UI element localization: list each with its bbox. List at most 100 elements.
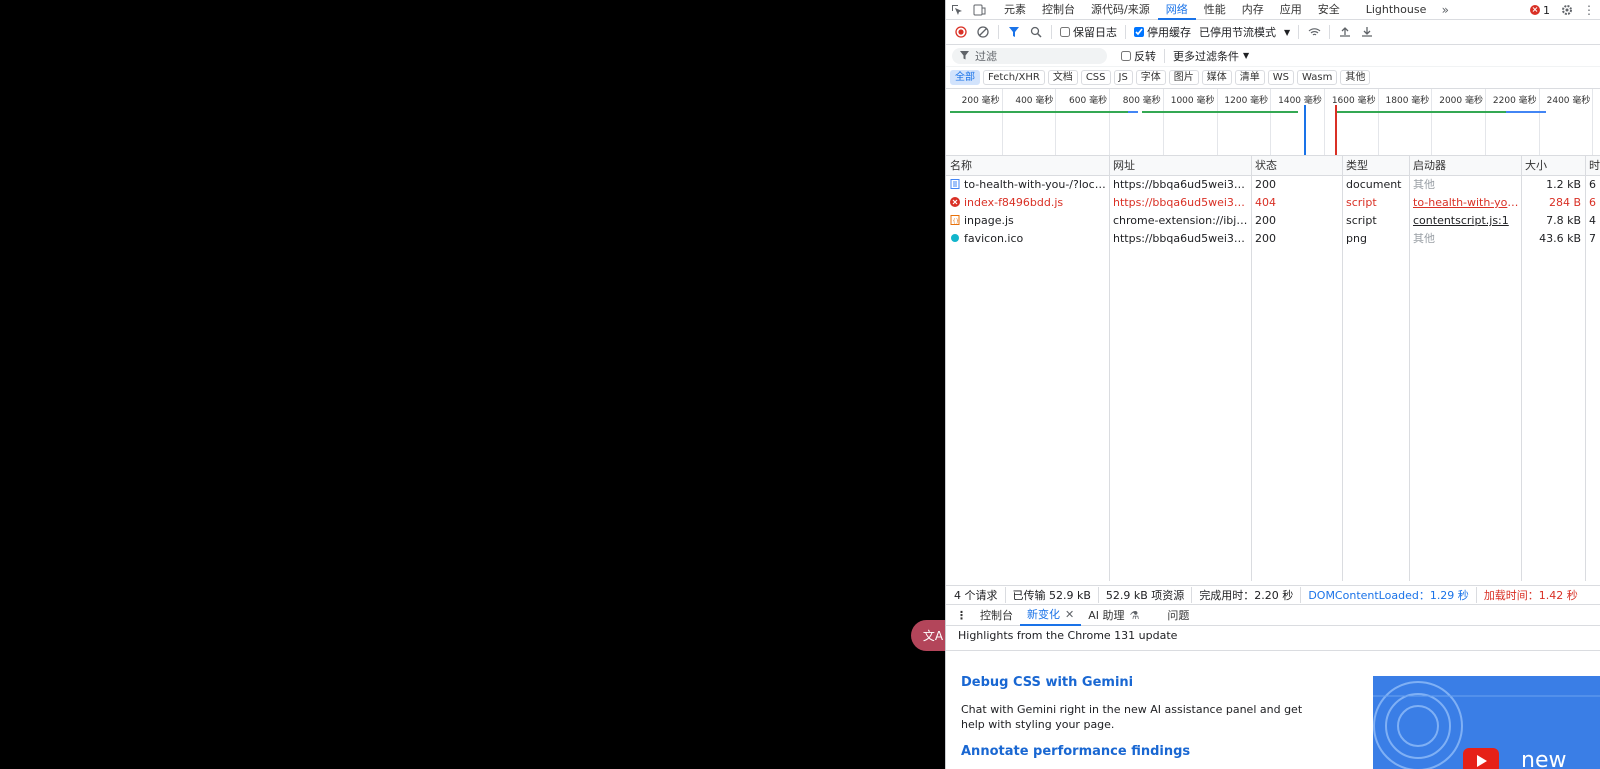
type-filter-chip[interactable]: 媒体 bbox=[1201, 70, 1232, 85]
type-filter-chip[interactable]: 字体 bbox=[1135, 70, 1166, 85]
request-initiator-cell: 其他 bbox=[1413, 178, 1435, 191]
panel-tab[interactable]: 元素 bbox=[996, 0, 1034, 20]
settings-gear-icon[interactable] bbox=[1556, 0, 1578, 20]
whats-new-item-title-link[interactable]: Annotate performance findings bbox=[961, 744, 1190, 759]
play-button-icon[interactable] bbox=[1463, 748, 1499, 769]
error-count-badge[interactable]: × 1 bbox=[1524, 4, 1556, 17]
column-divider bbox=[1521, 156, 1522, 581]
document-icon bbox=[950, 179, 960, 189]
column-header[interactable]: 网址 bbox=[1109, 156, 1251, 176]
search-icon[interactable] bbox=[1025, 21, 1047, 43]
request-status-cell: 200 bbox=[1255, 178, 1276, 191]
panel-tab[interactable]: 性能 bbox=[1196, 0, 1234, 20]
column-header[interactable]: 时 bbox=[1585, 156, 1600, 176]
panel-tab[interactable]: 控制台 bbox=[1034, 0, 1083, 20]
divider bbox=[1298, 25, 1300, 39]
close-icon[interactable]: ✕ bbox=[1065, 605, 1074, 625]
whats-new-video-thumbnail[interactable]: new bbox=[1373, 676, 1600, 769]
request-name: inpage.js bbox=[964, 214, 1014, 227]
panel-tab[interactable]: 源代码/来源 bbox=[1083, 0, 1158, 20]
drawer-tab-whats-new[interactable]: 新变化 ✕ bbox=[1020, 605, 1082, 626]
type-filter-chip[interactable]: 其他 bbox=[1340, 70, 1371, 85]
request-time-cell: 7 bbox=[1589, 232, 1596, 245]
type-filter-chip[interactable]: WS bbox=[1267, 70, 1295, 85]
type-filter-chip[interactable]: 全部 bbox=[950, 70, 980, 85]
request-initiator-cell[interactable]: contentscript.js:1 bbox=[1409, 212, 1521, 230]
request-name-cell: favicon.ico bbox=[946, 230, 1109, 248]
type-filter-chip[interactable]: JS bbox=[1113, 70, 1133, 85]
error-count: 1 bbox=[1543, 3, 1550, 17]
request-url-cell: https://bbqa6ud5wei3v6c... bbox=[1113, 178, 1251, 191]
panel-tab[interactable]: 应用 bbox=[1272, 0, 1310, 20]
invert-checkbox[interactable]: 反转 bbox=[1117, 48, 1160, 64]
record-stop-icon[interactable] bbox=[950, 21, 972, 43]
whats-new-item-description: Chat with Gemini right in the new AI ass… bbox=[961, 703, 1303, 731]
whats-new-item-title-link[interactable]: Debug CSS with Gemini bbox=[961, 675, 1133, 690]
invert-input[interactable] bbox=[1121, 50, 1131, 61]
network-conditions-icon[interactable] bbox=[1303, 21, 1325, 43]
timeline-bar bbox=[1304, 105, 1306, 155]
preserve-log-checkbox[interactable]: 保留日志 bbox=[1056, 24, 1121, 40]
request-time-cell: 6 bbox=[1589, 196, 1596, 209]
type-filter-chip[interactable]: Wasm bbox=[1297, 70, 1338, 85]
panel-tab[interactable]: Lighthouse bbox=[1358, 0, 1435, 20]
column-divider bbox=[1342, 156, 1343, 581]
disable-cache-checkbox[interactable]: 停用缓存 bbox=[1130, 24, 1195, 40]
column-divider bbox=[1109, 156, 1110, 581]
drawer-tab-ai-assistance[interactable]: AI 助理 ⚗ bbox=[1081, 606, 1146, 626]
type-filter-chip[interactable]: 文档 bbox=[1047, 70, 1078, 85]
error-icon: × bbox=[1530, 5, 1540, 15]
import-har-icon[interactable] bbox=[1334, 21, 1356, 43]
column-header[interactable]: 大小 bbox=[1521, 156, 1585, 176]
request-row[interactable]: index-f8496bdd.js https://bbqa6ud5wei3v6c… bbox=[946, 194, 1600, 212]
request-size-cell: 43.6 kB bbox=[1539, 232, 1581, 245]
script-icon: {} bbox=[950, 215, 960, 225]
request-initiator-cell[interactable]: to-health-with-you-/?l bbox=[1409, 194, 1521, 212]
transferred-size: 已传输 52.9 kB bbox=[1006, 587, 1099, 603]
panel-tab[interactable]: 安全 bbox=[1310, 0, 1348, 20]
export-har-icon[interactable] bbox=[1356, 21, 1378, 43]
whats-new-header: Highlights from the Chrome 131 update bbox=[958, 629, 1178, 642]
timeline-bar bbox=[1128, 111, 1138, 113]
panel-tab[interactable]: 内存 bbox=[1234, 0, 1272, 20]
timeline-tick-label: 1200 毫秒 bbox=[1224, 96, 1269, 106]
type-filter-chip[interactable]: CSS bbox=[1080, 70, 1111, 85]
throttling-select[interactable]: 已停用节流模式 ▼ bbox=[1195, 24, 1294, 40]
kebab-menu-icon[interactable]: ⋮ bbox=[1578, 0, 1600, 20]
column-header[interactable]: 名称 bbox=[946, 156, 1109, 176]
drawer-menu-icon[interactable]: ⋮ bbox=[946, 606, 973, 626]
timeline-gridline bbox=[1270, 89, 1272, 155]
request-size-cell: 284 B bbox=[1548, 196, 1581, 209]
request-row[interactable]: {} inpage.js chrome-extension://ibjflp... 2… bbox=[946, 212, 1600, 230]
timeline-gridline bbox=[1485, 89, 1486, 155]
inspect-element-icon[interactable] bbox=[946, 0, 968, 20]
clear-icon[interactable] bbox=[972, 21, 994, 43]
panel-tab[interactable]: 网络 bbox=[1157, 0, 1196, 20]
timeline-gridline bbox=[1538, 89, 1540, 155]
column-header[interactable]: 启动器 bbox=[1409, 156, 1521, 176]
more-tabs-icon[interactable]: » bbox=[1434, 0, 1456, 20]
preserve-log-input[interactable] bbox=[1060, 27, 1070, 37]
column-header[interactable]: 类型 bbox=[1342, 156, 1409, 176]
column-header[interactable]: 状态 bbox=[1251, 156, 1342, 176]
device-toolbar-icon[interactable] bbox=[968, 0, 990, 20]
request-row[interactable]: to-health-with-you-/?local... https://bbq… bbox=[946, 176, 1600, 194]
column-divider bbox=[1409, 156, 1410, 581]
experiment-flask-icon: ⚗ bbox=[1129, 608, 1140, 622]
drawer-tabbar: ⋮ 控制台 新变化 ✕ AI 助理 ⚗ 问题 bbox=[946, 606, 1600, 626]
type-filter-chip[interactable]: 清单 bbox=[1234, 70, 1265, 85]
filter-funnel-icon bbox=[960, 51, 969, 60]
filter-input[interactable]: 过滤 bbox=[952, 47, 1107, 64]
filter-placeholder: 过滤 bbox=[975, 49, 997, 63]
column-divider bbox=[1585, 156, 1586, 581]
type-filter-chip[interactable]: 图片 bbox=[1168, 70, 1199, 85]
request-row[interactable]: favicon.ico https://bbqa6ud5wei3v6c... 200… bbox=[946, 230, 1600, 248]
more-filters-dropdown[interactable]: 更多过滤条件 ▼ bbox=[1169, 48, 1253, 64]
dropdown-triangle-icon: ▼ bbox=[1284, 27, 1291, 37]
drawer-tab-console[interactable]: 控制台 bbox=[973, 606, 1020, 626]
timeline-overview[interactable]: 200 毫秒 400 毫秒 600 毫秒 800 毫秒 1000 毫秒 1200 毫秒 14… bbox=[946, 89, 1600, 156]
disable-cache-input[interactable] bbox=[1134, 27, 1144, 37]
drawer-tab-issues[interactable]: 问题 bbox=[1160, 606, 1196, 626]
filter-funnel-icon[interactable] bbox=[1003, 21, 1025, 43]
type-filter-chip[interactable]: Fetch/XHR bbox=[983, 70, 1045, 85]
